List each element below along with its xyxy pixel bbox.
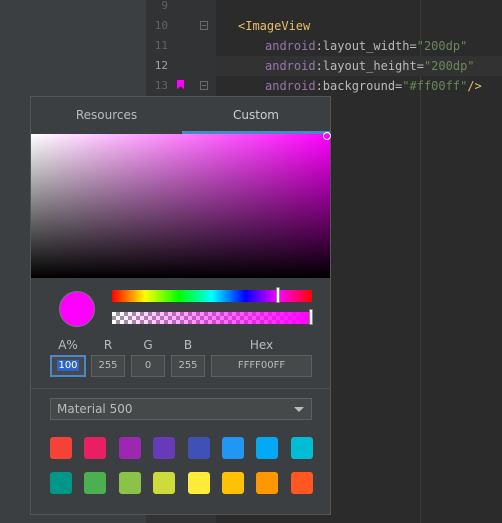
chevron-down-icon[interactable] bbox=[294, 407, 304, 412]
palette-swatch[interactable] bbox=[290, 437, 313, 459]
color-marker-icon[interactable] bbox=[177, 80, 184, 89]
color-picker-popup: Resources Custom A% R G B Hex 100 255 0 … bbox=[30, 96, 331, 515]
palette-swatch[interactable] bbox=[84, 472, 107, 494]
picker-tabs: Resources Custom bbox=[31, 97, 330, 134]
palette-swatch[interactable] bbox=[153, 472, 176, 494]
label-green: G bbox=[143, 338, 153, 352]
gutter-line-9: 9 bbox=[146, 0, 216, 16]
label-blue: B bbox=[183, 338, 193, 352]
code-line-10: <ImageView bbox=[238, 19, 311, 33]
palette-swatch[interactable] bbox=[50, 437, 72, 459]
saturation-brightness-area[interactable] bbox=[31, 132, 331, 278]
palette-swatch[interactable] bbox=[222, 472, 244, 494]
gutter-line-10: 10 bbox=[146, 16, 216, 36]
label-hex: Hex bbox=[249, 338, 274, 352]
code-line-13: android:background="#ff00ff"/> bbox=[265, 79, 482, 93]
palette-swatch[interactable] bbox=[118, 472, 141, 494]
palette-select[interactable]: Material 500 bbox=[50, 398, 312, 420]
alpha-slider[interactable] bbox=[112, 309, 313, 325]
green-input[interactable]: 0 bbox=[131, 355, 165, 377]
label-alpha: A% bbox=[58, 338, 78, 352]
color-preview bbox=[59, 291, 95, 327]
line-number: 13 bbox=[154, 79, 168, 92]
line-number: 10 bbox=[154, 19, 168, 32]
palette-swatch[interactable] bbox=[187, 437, 210, 459]
tab-resources[interactable]: Resources bbox=[31, 97, 182, 134]
line-number: 9 bbox=[161, 0, 168, 12]
alpha-slider-thumb[interactable] bbox=[309, 309, 313, 325]
code-line-11: android:layout_width="200dp" bbox=[265, 39, 468, 53]
palette-swatch[interactable] bbox=[256, 437, 279, 459]
palette-swatch[interactable] bbox=[50, 472, 72, 494]
xml-tag: ImageView bbox=[245, 19, 311, 33]
hex-input[interactable]: FFFF00FF bbox=[211, 355, 312, 377]
blue-input[interactable]: 255 bbox=[171, 355, 205, 377]
palette-swatch[interactable] bbox=[290, 472, 313, 494]
palette-swatch[interactable] bbox=[84, 437, 107, 459]
saturation-knob[interactable] bbox=[323, 132, 331, 140]
code-line-12: android:layout_height="200dp" bbox=[216, 56, 502, 76]
palette-swatch[interactable] bbox=[222, 437, 244, 459]
line-number: 12 bbox=[154, 59, 168, 72]
palette-swatch[interactable] bbox=[118, 437, 141, 459]
label-red: R bbox=[103, 338, 113, 352]
palette-swatch[interactable] bbox=[153, 437, 176, 459]
hue-slider[interactable] bbox=[112, 287, 312, 303]
fold-icon[interactable] bbox=[200, 21, 208, 30]
gutter-line-12: 12 bbox=[146, 56, 216, 76]
alpha-input[interactable]: 100 bbox=[50, 355, 86, 377]
gutter-line-13: 13 bbox=[146, 76, 216, 96]
red-input[interactable]: 255 bbox=[91, 355, 125, 377]
palette-swatch[interactable] bbox=[256, 472, 279, 494]
line-number: 11 bbox=[154, 39, 168, 52]
divider bbox=[31, 388, 330, 389]
palette-swatch[interactable] bbox=[187, 472, 210, 494]
hue-slider-thumb[interactable] bbox=[276, 287, 280, 303]
fold-icon[interactable] bbox=[200, 81, 208, 90]
palette-select-value: Material 500 bbox=[57, 402, 133, 416]
gutter-line-11: 11 bbox=[146, 36, 216, 56]
tab-custom[interactable]: Custom bbox=[182, 97, 330, 134]
